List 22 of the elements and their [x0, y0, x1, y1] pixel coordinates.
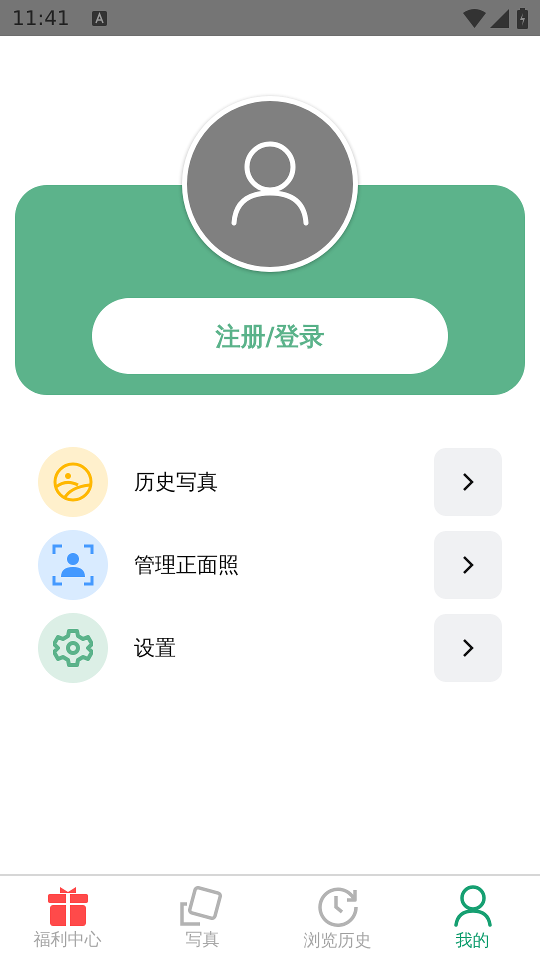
chevron-right-icon — [462, 555, 474, 575]
register-login-button[interactable]: 注册/登录 — [92, 298, 448, 374]
landscape-icon — [52, 461, 94, 503]
battery-icon — [517, 8, 528, 28]
clock-icon — [316, 884, 358, 926]
person-icon — [230, 141, 310, 227]
gift-icon — [48, 886, 88, 926]
face-scan-icon — [52, 544, 94, 586]
settings-icon — [53, 628, 93, 668]
menu-item-label[interactable]: 设置 — [134, 634, 434, 662]
chevron-button[interactable] — [434, 531, 502, 599]
keyboard-notification-icon — [92, 10, 107, 26]
signal-icon — [490, 8, 509, 28]
chevron-right-icon — [462, 638, 474, 658]
chevron-button[interactable] — [434, 614, 502, 682]
chevron-button[interactable] — [434, 448, 502, 516]
person-icon — [452, 884, 492, 926]
chevron-right-icon — [462, 472, 474, 492]
menu-item-label[interactable]: 管理正面照 — [134, 551, 434, 579]
menu-item-label[interactable]: 历史写真 — [134, 468, 434, 496]
wifi-icon — [463, 8, 486, 28]
status-time: 11:41 — [12, 6, 70, 30]
